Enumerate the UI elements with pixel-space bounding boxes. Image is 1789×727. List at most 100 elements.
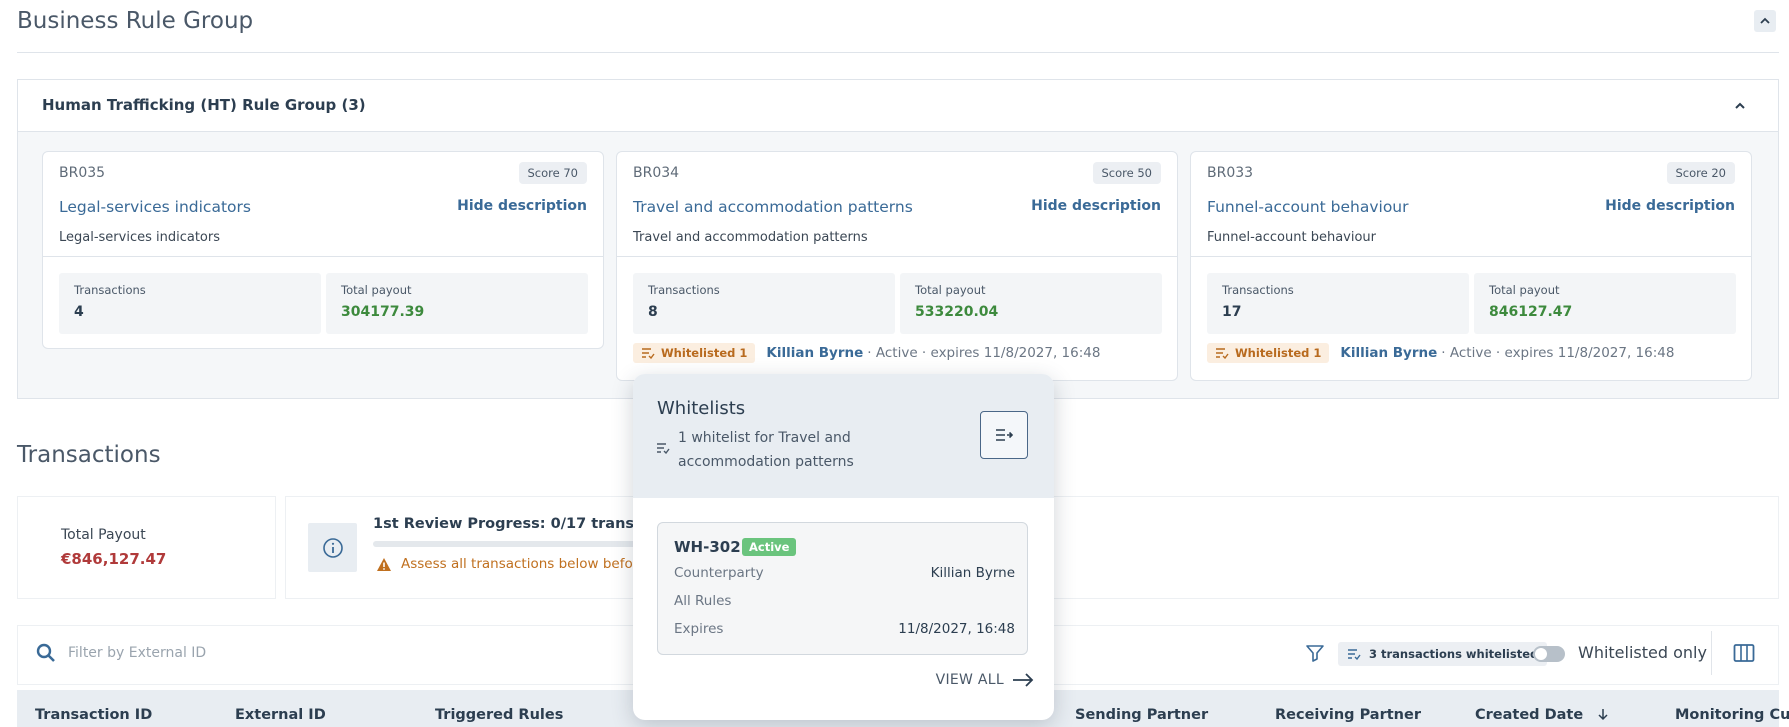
rule-code: BR033 (1207, 165, 1254, 181)
total-payout-panel (17, 496, 276, 599)
stat-value: 8 (648, 304, 658, 320)
rule-description: Legal-services indicators (59, 230, 221, 245)
stat-label: Total payout (341, 283, 412, 297)
chevron-up-icon (1735, 102, 1745, 109)
column-header[interactable]: Triggered Rules (435, 707, 563, 723)
chevron-up-icon (1760, 17, 1770, 24)
whitelisted-badge[interactable]: Whitelisted 1 (1207, 343, 1330, 363)
counterparty-label: Counterparty (674, 565, 764, 581)
divider (617, 256, 1177, 257)
expires-value: 11/8/2027, 16:48 (898, 621, 1015, 637)
whitelist-icon (642, 348, 655, 359)
stat-label: Transactions (74, 283, 146, 297)
score-badge: Score 20 (1666, 162, 1735, 184)
column-header-label: Created Date (1475, 707, 1584, 723)
whitelisted-badge[interactable]: Whitelisted 1 (633, 343, 756, 363)
whitelist-meta: · Active · expires 11/8/2027, 16:48 (867, 345, 1101, 361)
warning-icon (377, 557, 391, 571)
column-header[interactable]: Monitoring Curr (1675, 707, 1789, 723)
column-header[interactable]: Transaction ID (35, 707, 152, 723)
rule-card: BR033 Score 20 Funnel-account behaviour … (1190, 151, 1752, 381)
rule-code: BR034 (633, 165, 680, 181)
total-payout-value: €846,127.47 (61, 550, 167, 568)
columns-icon[interactable] (1733, 643, 1755, 667)
whitelisted-count-label: 3 transactions whitelisted (1369, 647, 1539, 661)
rule-code: BR035 (59, 165, 106, 181)
rule-group-title: Human Trafficking (HT) Rule Group (3) (42, 96, 366, 114)
review-warning-text: Assess all transactions below before (401, 556, 647, 572)
rule-description: Funnel-account behaviour (1207, 230, 1377, 245)
rule-card: BR035 Score 70 Legal-services indicators… (42, 151, 604, 349)
transactions-stat: Transactions 8 (633, 273, 895, 334)
stat-value: 846127.47 (1489, 304, 1573, 320)
stat-value: 17 (1222, 304, 1242, 320)
payout-stat: Total payout 846127.47 (1474, 273, 1736, 334)
divider (17, 52, 1779, 53)
whitelisted-badge-label: Whitelisted 1 (661, 346, 748, 360)
score-badge: Score 70 (518, 162, 587, 184)
rule-name[interactable]: Travel and accommodation patterns (633, 198, 913, 216)
column-header[interactable]: Sending Partner (1075, 707, 1208, 723)
transactions-stat: Transactions 17 (1207, 273, 1469, 334)
open-whitelists-button[interactable] (980, 411, 1028, 459)
payout-stat: Total payout 304177.39 (326, 273, 588, 334)
whitelist-entry-card[interactable]: WH-302 Active Counterparty Killian Byrne… (657, 522, 1028, 655)
filter-icon[interactable] (1305, 643, 1325, 667)
hide-description-link[interactable]: Hide description (457, 198, 587, 214)
arrow-right-icon (1013, 673, 1034, 687)
rule-description: Travel and accommodation patterns (633, 230, 868, 245)
hide-description-link[interactable]: Hide description (1031, 198, 1161, 214)
whitelist-row: Whitelisted 1 Killian Byrne · Active · e… (1207, 342, 1674, 364)
whitelist-counterparty[interactable]: Killian Byrne (1340, 345, 1437, 361)
collapse-section-button[interactable] (1754, 10, 1776, 32)
divider (43, 256, 603, 257)
whitelist-icon (1216, 348, 1229, 359)
stat-label: Transactions (1222, 283, 1294, 297)
whitelisted-badge-label: Whitelisted 1 (1235, 346, 1322, 360)
stat-label: Total payout (915, 283, 986, 297)
whitelist-icon (656, 439, 670, 458)
whitelist-icon (1348, 649, 1361, 660)
rule-name[interactable]: Funnel-account behaviour (1207, 198, 1409, 216)
column-header[interactable]: External ID (235, 707, 326, 723)
search-input[interactable] (68, 642, 568, 664)
total-payout-label: Total Payout (61, 527, 146, 543)
rule-card: BR034 Score 50 Travel and accommodation … (616, 151, 1178, 381)
column-header[interactable]: Receiving Partner (1275, 707, 1421, 723)
whitelist-counterparty[interactable]: Killian Byrne (766, 345, 863, 361)
hide-description-link[interactable]: Hide description (1605, 198, 1735, 214)
scope-label: All Rules (674, 593, 732, 609)
whitelist-meta: · Active · expires 11/8/2027, 16:48 (1441, 345, 1675, 361)
stat-value: 4 (74, 304, 84, 320)
counterparty-value: Killian Byrne (930, 565, 1015, 581)
expires-label: Expires (674, 621, 724, 637)
rule-name[interactable]: Legal-services indicators (59, 198, 251, 216)
divider (1711, 631, 1712, 675)
review-warning: Assess all transactions below before (376, 556, 646, 572)
score-badge: Score 50 (1092, 162, 1161, 184)
whitelisted-only-label: Whitelisted only (1578, 643, 1707, 662)
whitelist-row: Whitelisted 1 Killian Byrne · Active · e… (633, 342, 1100, 364)
transactions-stat: Transactions 4 (59, 273, 321, 334)
page-title: Business Rule Group (17, 8, 254, 34)
payout-stat: Total payout 533220.04 (900, 273, 1162, 334)
collapse-group-button[interactable] (1730, 96, 1750, 116)
popover-title: Whitelists (657, 398, 746, 419)
stat-value: 533220.04 (915, 304, 999, 320)
whitelisted-count-chip[interactable]: 3 transactions whitelisted (1338, 642, 1548, 666)
review-progress-bar (373, 541, 643, 547)
stat-label: Transactions (648, 283, 720, 297)
section-title: Transactions (17, 442, 161, 468)
search-icon (36, 643, 56, 667)
toggle-knob (1535, 648, 1547, 660)
arrow-down-icon (1598, 709, 1608, 721)
stat-label: Total payout (1489, 283, 1560, 297)
view-all-label: VIEW ALL (935, 672, 1004, 688)
column-header-sorted[interactable]: Created Date (1475, 707, 1610, 723)
whitelist-id: WH-302 (674, 538, 741, 556)
view-all-link[interactable]: VIEW ALL (936, 672, 1034, 688)
divider (1191, 256, 1751, 257)
info-button[interactable] (308, 523, 357, 572)
list-arrow-icon (996, 429, 1014, 441)
popover-subtitle: 1 whitelist for Travel and accommodation… (678, 430, 854, 470)
